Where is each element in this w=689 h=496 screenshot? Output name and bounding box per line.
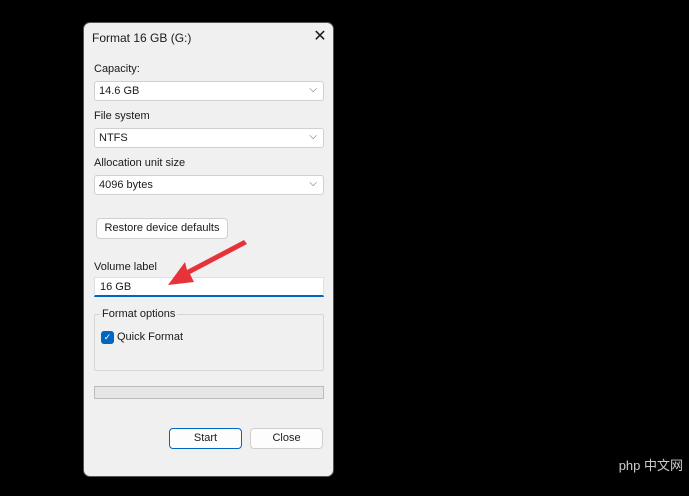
close-button[interactable]: Close	[250, 428, 323, 449]
volume-label-label: Volume label	[94, 261, 157, 273]
watermark-logo: php 中文网	[618, 458, 683, 473]
allocation-value: 4096 bytes	[99, 179, 153, 191]
restore-defaults-button[interactable]: Restore device defaults	[96, 218, 228, 239]
quick-format-checkbox[interactable]: ✓	[101, 331, 114, 344]
allocation-label: Allocation unit size	[94, 157, 186, 169]
file-system-select[interactable]: NTFS ⌵	[94, 128, 324, 148]
chevron-down-icon: ⌵	[309, 131, 317, 142]
start-button[interactable]: Start	[169, 428, 242, 449]
dialog-title: Format 16 GB (G:)	[92, 31, 192, 45]
capacity-select[interactable]: 14.6 GB ⌵	[94, 81, 324, 101]
quick-format-label[interactable]: Quick Format	[117, 331, 183, 343]
file-system-value: NTFS	[99, 132, 128, 144]
file-system-label: File system	[94, 110, 150, 122]
capacity-value: 14.6 GB	[99, 85, 140, 97]
format-options-legend: Format options	[100, 308, 178, 320]
capacity-label: Capacity:	[94, 63, 140, 75]
close-icon[interactable]: ✕	[310, 27, 330, 47]
chevron-down-icon: ⌵	[309, 178, 317, 189]
chevron-down-icon: ⌵	[309, 84, 317, 95]
annotation-arrow-icon	[168, 240, 247, 285]
format-progress-bar	[94, 386, 324, 399]
allocation-select[interactable]: 4096 bytes ⌵	[94, 175, 324, 195]
